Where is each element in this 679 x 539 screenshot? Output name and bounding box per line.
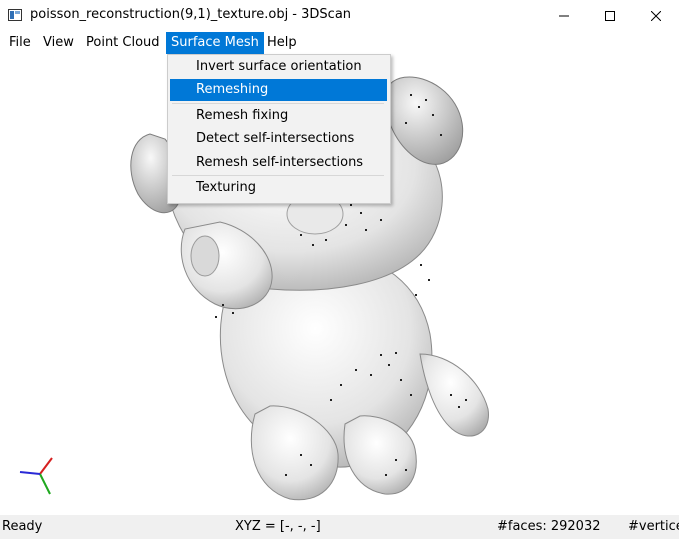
maximize-icon	[605, 11, 615, 21]
menu-separator	[172, 103, 384, 104]
app-window-icon	[8, 9, 22, 21]
menu-item-invert-orientation[interactable]: Invert surface orientation	[170, 56, 387, 78]
menu-item-detect-self-intersections[interactable]: Detect self-intersections	[170, 128, 387, 150]
menu-separator	[172, 175, 384, 176]
title-bar[interactable]: poisson_reconstruction(9,1)_texture.obj …	[0, 0, 679, 32]
minimize-icon	[559, 15, 569, 17]
maximize-button[interactable]	[587, 0, 633, 32]
menu-item-remesh-self-intersections[interactable]: Remesh self-intersections	[170, 152, 387, 174]
xyz-axes-icon	[19, 457, 53, 495]
status-state: Ready	[2, 519, 43, 534]
menu-item-remesh-fixing[interactable]: Remesh fixing	[170, 105, 387, 127]
menu-point-cloud[interactable]: Point Cloud	[81, 32, 165, 54]
status-vertices: #vertice	[628, 519, 679, 534]
window-title: poisson_reconstruction(9,1)_texture.obj …	[30, 7, 352, 22]
menu-item-remeshing[interactable]: Remeshing	[170, 79, 387, 101]
status-faces: #faces: 292032	[497, 519, 601, 534]
minimize-button[interactable]	[541, 0, 587, 32]
menu-surface-mesh[interactable]: Surface Mesh	[166, 32, 264, 54]
menu-view[interactable]: View	[38, 32, 79, 54]
menu-file[interactable]: File	[4, 32, 36, 54]
menu-item-texturing[interactable]: Texturing	[170, 177, 387, 199]
close-icon	[651, 11, 661, 21]
close-button[interactable]	[633, 0, 679, 32]
menu-bar: File View Point Cloud Surface Mesh Help	[0, 32, 679, 55]
surface-mesh-dropdown: Invert surface orientation Remeshing Rem…	[167, 54, 391, 204]
status-bar: Ready XYZ = [-, -, -] #faces: 292032 #ve…	[0, 515, 679, 539]
menu-help[interactable]: Help	[262, 32, 302, 54]
status-xyz: XYZ = [-, -, -]	[235, 519, 321, 534]
